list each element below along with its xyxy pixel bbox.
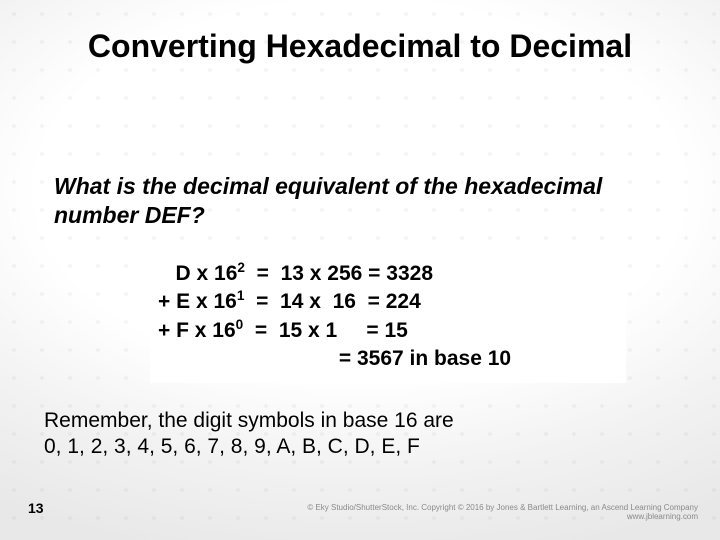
calc-op: x 16 xyxy=(189,319,236,342)
calc-rhs: = 13 x 256 = 3328 xyxy=(245,262,433,285)
calc-prefix xyxy=(158,262,176,285)
question-text: What is the decimal equivalent of the he… xyxy=(54,172,660,230)
calc-prefix: + xyxy=(158,319,176,342)
note-line: Remember, the digit symbols in base 16 a… xyxy=(44,409,454,432)
slide: Converting Hexadecimal to Decimal What i… xyxy=(0,0,720,540)
note-line: 0, 1, 2, 3, 4, 5, 6, 7, 8, 9, A, B, C, D… xyxy=(44,435,420,458)
page-number: 13 xyxy=(28,500,44,516)
calc-rhs: = 14 x 16 = 224 xyxy=(244,290,420,313)
calc-row: + F x 160 = 15 x 1 = 15 xyxy=(158,317,618,345)
calc-result: = 3567 in base 10 xyxy=(158,345,618,373)
calc-op: x 16 xyxy=(191,262,238,285)
note-text: Remember, the digit symbols in base 16 a… xyxy=(44,408,660,461)
calc-rhs: = 15 x 1 = 15 xyxy=(243,319,408,342)
footer-credit: © Eky Studio/ShutterStock, Inc. Copyrigh… xyxy=(307,503,698,522)
calc-digit: F xyxy=(176,319,189,342)
calculation-block: D x 162 = 13 x 256 = 3328 + E x 161 = 14… xyxy=(150,254,626,383)
slide-title: Converting Hexadecimal to Decimal xyxy=(0,28,720,65)
calc-row: D x 162 = 13 x 256 = 3328 xyxy=(158,260,618,288)
calc-digit: E xyxy=(176,290,190,313)
calc-prefix: + xyxy=(158,290,176,313)
calc-exp: 2 xyxy=(237,260,245,275)
footer-credit-line: www.jblearning.com xyxy=(627,512,698,521)
calc-op: x 16 xyxy=(190,290,237,313)
footer-credit-line: © Eky Studio/ShutterStock, Inc. Copyrigh… xyxy=(307,503,698,512)
calc-digit: D xyxy=(176,262,191,285)
calc-row: + E x 161 = 14 x 16 = 224 xyxy=(158,288,618,316)
